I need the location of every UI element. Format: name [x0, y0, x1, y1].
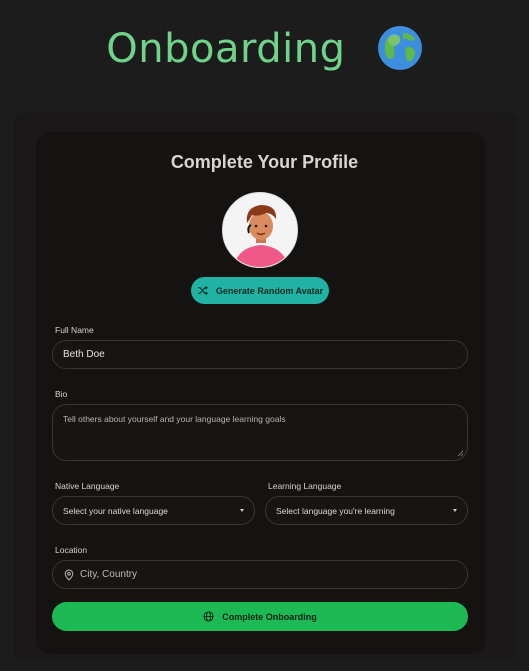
chevron-down-icon	[453, 509, 457, 512]
learning-language-select[interactable]: Select language you're learning	[265, 496, 468, 525]
full-name-label: Full Name	[55, 325, 94, 335]
location-label: Location	[55, 545, 88, 555]
globe-icon	[203, 611, 214, 622]
bio-label: Bio	[55, 389, 68, 399]
resize-grip-icon[interactable]	[457, 450, 464, 457]
complete-onboarding-button[interactable]: Complete Onboarding	[52, 602, 468, 631]
complete-onboarding-label: Complete Onboarding	[222, 611, 317, 622]
avatar	[222, 192, 298, 268]
full-name-input[interactable]: Beth Doe	[52, 340, 468, 369]
location-input[interactable]: City, Country	[52, 560, 468, 589]
generate-avatar-label: Generate Random Avatar	[215, 285, 324, 296]
page-title-text: Onboarding	[106, 26, 346, 72]
chevron-down-icon	[240, 509, 244, 512]
bio-placeholder: Tell others about yourself and your lang…	[63, 414, 286, 424]
generate-avatar-button[interactable]: Generate Random Avatar	[191, 277, 329, 304]
map-pin-icon	[64, 569, 74, 581]
page-title: Onboarding	[0, 22, 529, 76]
native-language-label: Native Language	[55, 481, 120, 491]
native-language-value: Select your native language	[63, 505, 168, 516]
shuffle-icon	[197, 285, 208, 296]
globe-emoji-icon	[377, 25, 423, 71]
native-language-select[interactable]: Select your native language	[52, 496, 255, 525]
learning-language-value: Select language you're learning	[276, 505, 395, 516]
bio-textarea[interactable]: Tell others about yourself and your lang…	[52, 404, 468, 461]
location-placeholder: City, Country	[80, 569, 138, 580]
card-title: Complete Your Profile	[170, 152, 359, 172]
learning-language-label: Learning Language	[268, 481, 342, 491]
full-name-value: Beth Doe	[63, 349, 105, 360]
avatar-illustration	[223, 193, 297, 267]
